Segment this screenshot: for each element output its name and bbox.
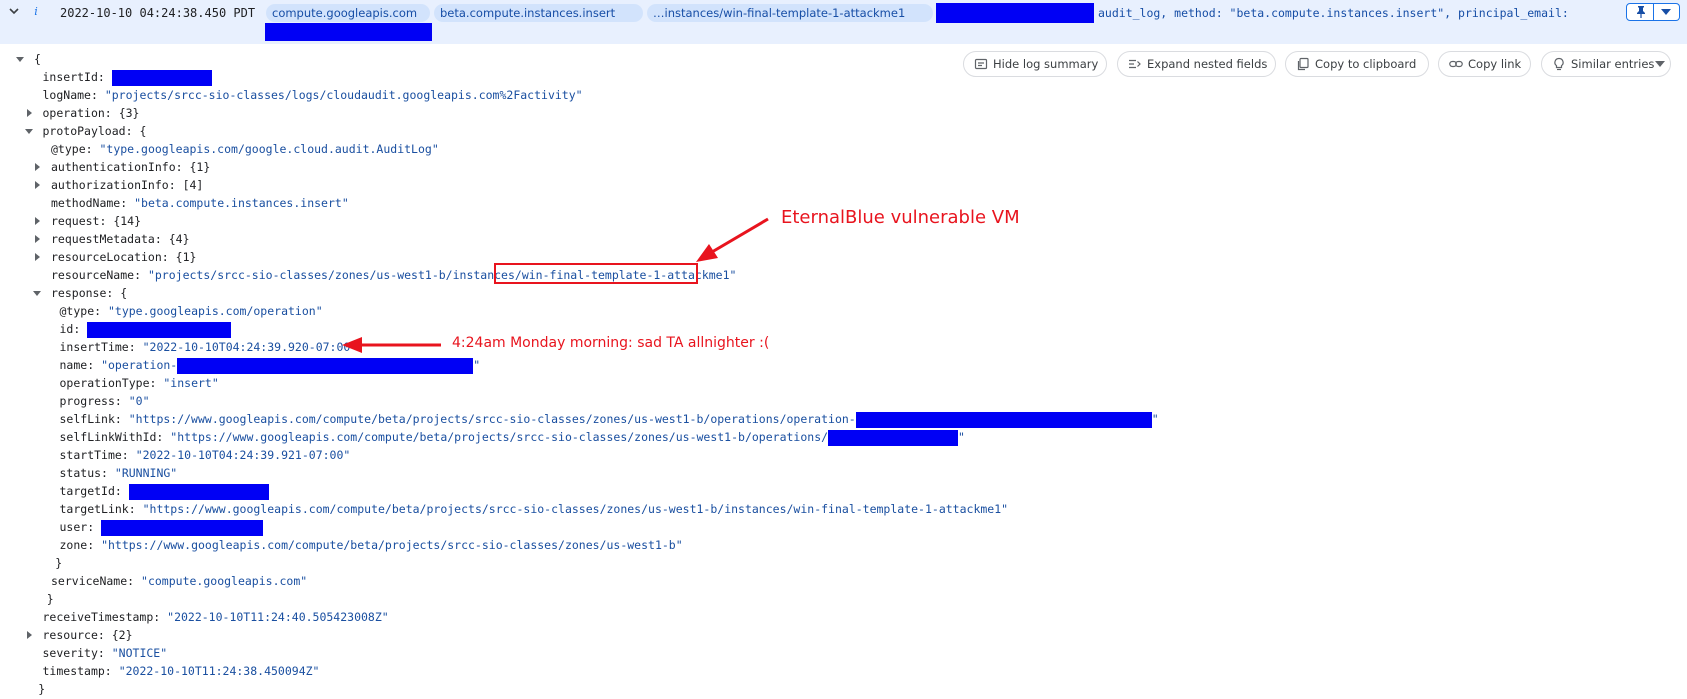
annotation-arrow-vm <box>696 217 769 262</box>
annotation-label-vm: EternalBlue vulnerable VM <box>781 207 1020 228</box>
annotation-arrows <box>342 217 769 353</box>
annotation-arrow-time <box>342 337 441 353</box>
annotation-label-time: 4:24am Monday morning: sad TA allnighter… <box>452 335 770 351</box>
